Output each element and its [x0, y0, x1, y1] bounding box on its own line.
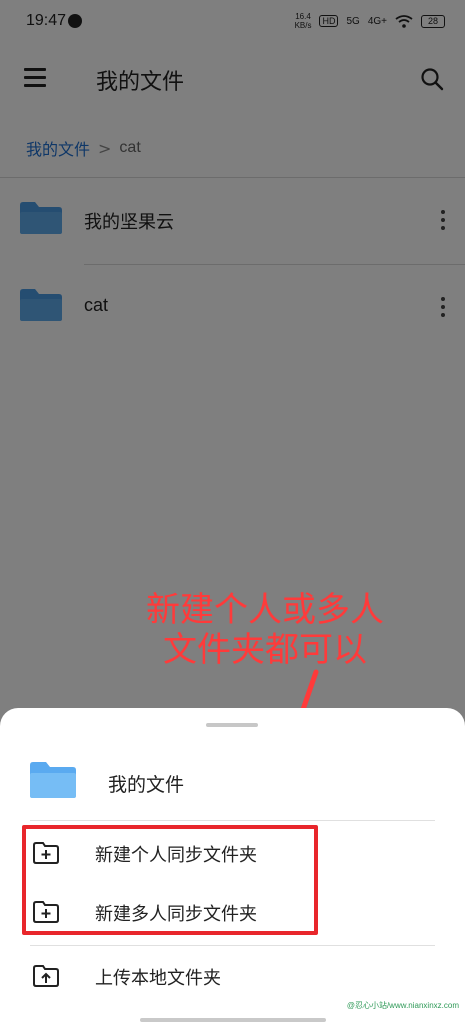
folder-icon: [30, 762, 76, 798]
annotation-text: 新建个人或多人 文件夹都可以: [100, 590, 430, 670]
annotation-line-2: 文件夹都可以: [163, 630, 367, 670]
sheet-header: 我的文件: [0, 748, 465, 818]
watermark: @忍心小站/www.nianxinxz.com: [346, 1001, 459, 1010]
annotation-line-1: 新建个人或多人: [146, 590, 384, 630]
divider: [30, 945, 435, 946]
gesture-nav-bar[interactable]: [140, 1018, 326, 1022]
file-manager-screen: 19:47 16.4 KB/s HD 5G 4G+ 28 我的文件: [0, 0, 465, 1024]
annotation-highlight-box: [22, 825, 318, 935]
option-label: 上传本地文件夹: [95, 968, 221, 989]
upload-local-folder-button[interactable]: 上传本地文件夹: [0, 948, 465, 1006]
drag-handle[interactable]: [206, 723, 258, 727]
upload-folder-icon: [33, 965, 59, 987]
divider: [30, 820, 435, 821]
sheet-header-label: 我的文件: [108, 774, 185, 796]
